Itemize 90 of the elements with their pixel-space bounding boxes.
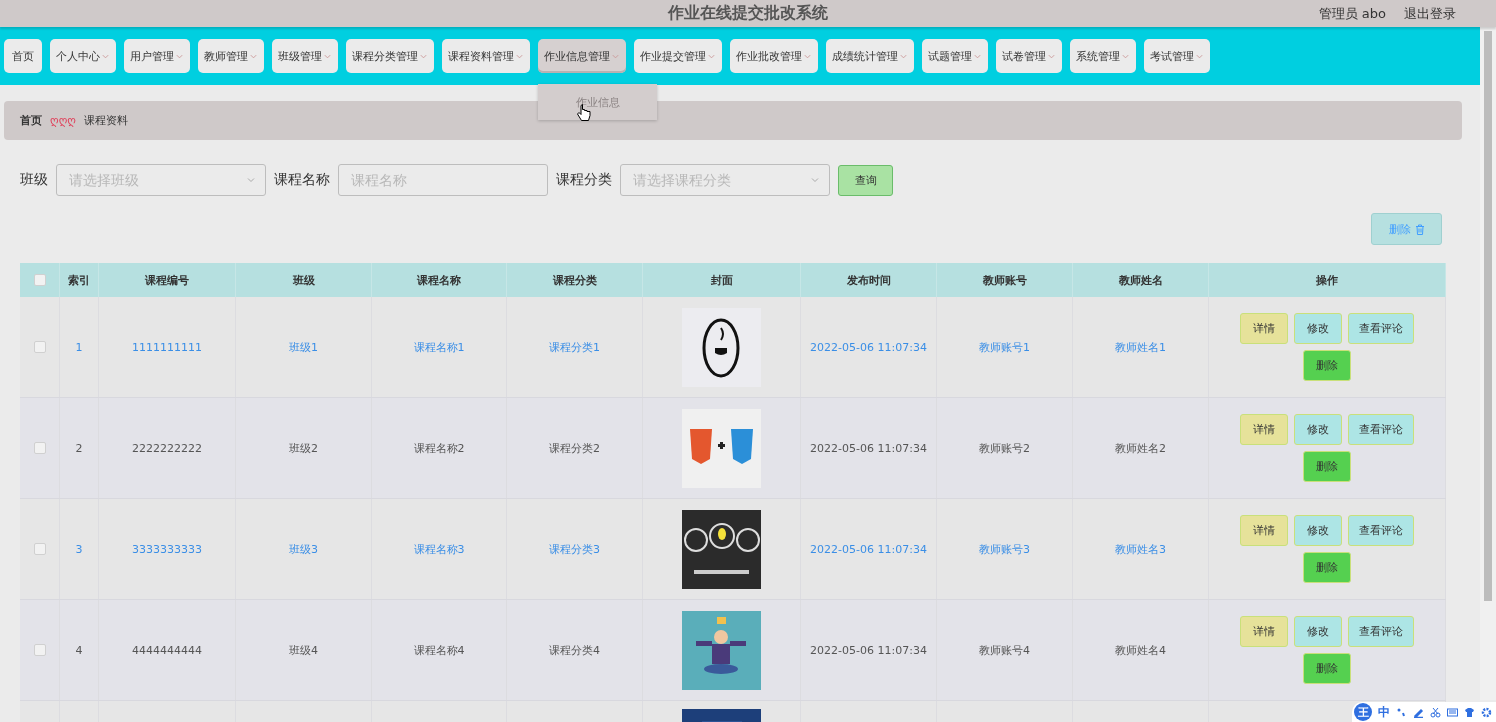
- nav-menu-button[interactable]: 试题管理: [922, 39, 988, 73]
- delete-button[interactable]: 删除: [1303, 653, 1351, 684]
- delete-button[interactable]: 删除: [1303, 451, 1351, 482]
- table-cell: 教师姓名4: [1073, 600, 1209, 700]
- edit-button[interactable]: 修改: [1294, 515, 1342, 546]
- punctuation-icon: [1396, 706, 1407, 718]
- chevron-down-icon: [810, 175, 820, 185]
- nav-menu-button[interactable]: 班级管理: [272, 39, 338, 73]
- table-cell: 课程名称4: [372, 600, 507, 700]
- chevron-down-icon: [246, 175, 256, 185]
- details-button[interactable]: 详情: [1240, 515, 1288, 546]
- breadcrumb-current: 课程资料: [83, 113, 128, 128]
- trash-icon: [1414, 223, 1425, 235]
- nav-menu-button[interactable]: 教师管理: [198, 39, 264, 73]
- table-cell: 教师姓名1: [1073, 297, 1209, 397]
- delete-button[interactable]: 删除: [1303, 350, 1351, 381]
- table-cell: 2222222222: [99, 398, 236, 498]
- table-cell: 课程分类2: [507, 398, 643, 498]
- comments-button[interactable]: 查看评论: [1348, 616, 1414, 647]
- details-button[interactable]: 详情: [1240, 414, 1288, 445]
- row-checkbox[interactable]: [33, 644, 46, 656]
- table-cell: 教师姓名3: [1073, 499, 1209, 599]
- row-checkbox[interactable]: [33, 543, 46, 555]
- table-cell: 班级4: [236, 600, 372, 700]
- table-cell: 4: [60, 600, 99, 700]
- table-cell: 课程分类3: [507, 499, 643, 599]
- filter-label: 课程分类: [556, 171, 612, 189]
- row-checkbox[interactable]: [33, 341, 46, 353]
- scrollbar[interactable]: [1480, 27, 1496, 700]
- table-cell: 课程名称1: [372, 297, 507, 397]
- filter-label: 课程名称: [274, 171, 330, 189]
- nav-menu-button[interactable]: 用户管理: [124, 39, 190, 73]
- breadcrumb-separator: ღღღ: [50, 114, 76, 127]
- comments-button[interactable]: 查看评论: [1348, 313, 1414, 344]
- nav-menu-button[interactable]: 首页: [4, 39, 42, 73]
- table-cell: 课程名称3: [372, 499, 507, 599]
- breadcrumb-home-link[interactable]: 首页: [20, 113, 42, 128]
- details-button[interactable]: 详情: [1240, 616, 1288, 647]
- shirt-icon: [1464, 706, 1475, 718]
- table-cell: 2022-05-06 11:07:34: [801, 398, 937, 498]
- logout-link[interactable]: 退出登录: [1404, 4, 1456, 23]
- comments-button[interactable]: 查看评论: [1348, 515, 1414, 546]
- table-cell: 课程分类4: [507, 600, 643, 700]
- details-button[interactable]: 详情: [1240, 313, 1288, 344]
- nav-menu-button[interactable]: 课程资料管理: [442, 39, 530, 73]
- table-cell: 教师账号2: [937, 398, 1073, 498]
- nav-menu-button[interactable]: 课程分类管理: [346, 39, 434, 73]
- table-cell: 4444444444: [99, 600, 236, 700]
- nav-menu-button[interactable]: 个人中心: [50, 39, 116, 73]
- row-checkbox[interactable]: [33, 442, 46, 454]
- comments-button[interactable]: 查看评论: [1348, 414, 1414, 445]
- nav-menu-button[interactable]: 作业提交管理: [634, 39, 722, 73]
- settings-icon: [1481, 706, 1492, 718]
- nav-menu-button[interactable]: 试卷管理: [996, 39, 1062, 73]
- search-button[interactable]: 查询: [838, 164, 893, 196]
- filter-label: 班级: [20, 171, 48, 189]
- ime-logo[interactable]: 王: [1354, 703, 1372, 721]
- table-cell: 1: [60, 297, 99, 397]
- select-all-checkbox[interactable]: [33, 274, 46, 286]
- table-cell: 班级2: [236, 398, 372, 498]
- nav-menu-button[interactable]: 作业批改管理: [730, 39, 818, 73]
- pen-icon: [1413, 706, 1424, 718]
- delete-button[interactable]: 删除: [1303, 552, 1351, 583]
- scissors-icon: [1430, 706, 1441, 718]
- table-cell: 教师账号3: [937, 499, 1073, 599]
- table-cell: 3: [60, 499, 99, 599]
- table-cell: 1111111111: [99, 297, 236, 397]
- edit-button[interactable]: 修改: [1294, 414, 1342, 445]
- table-cell: 班级3: [236, 499, 372, 599]
- table-cell: 课程名称2: [372, 398, 507, 498]
- keyboard-icon: [1447, 706, 1458, 718]
- table-cell: 2022-05-06 11:07:34: [801, 499, 937, 599]
- table-cell: 班级1: [236, 297, 372, 397]
- table-cell: 课程分类1: [507, 297, 643, 397]
- user-name: 管理员 abo: [1318, 4, 1386, 23]
- nav-menu-button[interactable]: 作业信息管理: [538, 39, 626, 73]
- table-cell: 2: [60, 398, 99, 498]
- nav-menu-button[interactable]: 考试管理: [1144, 39, 1210, 73]
- nav-menu-button[interactable]: 成绩统计管理: [826, 39, 914, 73]
- table-cell: 教师账号1: [937, 297, 1073, 397]
- table-cell: 2022-05-06 11:07:34: [801, 297, 937, 397]
- edit-button[interactable]: 修改: [1294, 313, 1342, 344]
- nav-menu-button[interactable]: 系统管理: [1070, 39, 1136, 73]
- table-cell: 2022-05-06 11:07:34: [801, 600, 937, 700]
- app-title: 作业在线提交批改系统: [668, 3, 828, 24]
- edit-button[interactable]: 修改: [1294, 616, 1342, 647]
- table-cell: 教师账号4: [937, 600, 1073, 700]
- table-cell: 3333333333: [99, 499, 236, 599]
- table-cell: 教师姓名2: [1073, 398, 1209, 498]
- ime-mode-toggle[interactable]: 中: [1378, 703, 1390, 721]
